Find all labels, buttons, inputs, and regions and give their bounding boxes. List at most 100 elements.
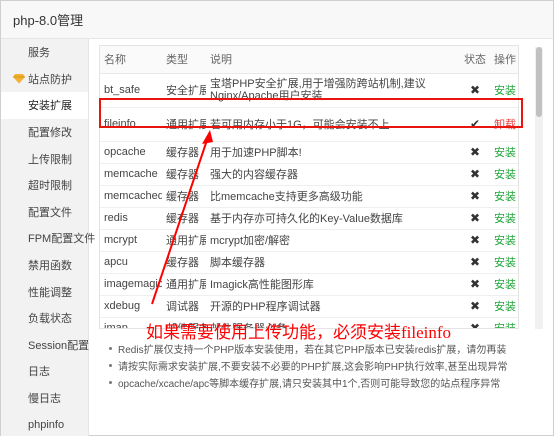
- ext-description: 用于加速PHP脚本!: [206, 141, 460, 164]
- sidebar: 服务 站点防护 安装扩展 配置修改 上传限制 超时限制 配置文件 FPM配置文件…: [1, 39, 95, 436]
- title-bar: php-8.0管理: [1, 1, 553, 39]
- sidebar-item-slow-log[interactable]: 慢日志: [1, 385, 88, 412]
- status-not-installed-icon: ✖: [460, 163, 490, 186]
- list-item: 请按实际需求安装扩展,不要安装不必要的PHP扩展,这会影响PHP执行效率,甚至出…: [109, 357, 549, 374]
- ext-name: imagemagick: [100, 273, 162, 296]
- sidebar-item-label: 配置修改: [28, 127, 72, 140]
- ext-type: 调试器: [162, 295, 206, 318]
- uninstall-link[interactable]: 卸载: [490, 107, 518, 142]
- table-row: apcu 缓存器 脚本缓存器 ✖ 安装: [100, 251, 518, 274]
- sidebar-item-service[interactable]: 服务: [1, 39, 88, 66]
- sidebar-item-label: 安装扩展: [28, 100, 72, 113]
- ext-type: 缓存器: [162, 141, 206, 164]
- scrollbar-thumb[interactable]: [536, 47, 542, 117]
- status-not-installed-icon: ✖: [460, 229, 490, 252]
- sidebar-item-label: 性能调整: [28, 286, 72, 299]
- install-link[interactable]: 安装: [490, 207, 518, 230]
- sidebar-item-label: 上传限制: [28, 153, 72, 166]
- status-not-installed-icon: ✖: [460, 251, 490, 274]
- ext-name: memcache: [100, 163, 162, 186]
- sidebar-item-upload-limit[interactable]: 上传限制: [1, 145, 88, 172]
- header-type: 类型: [162, 46, 206, 74]
- ext-description: Imagick高性能图形库: [206, 273, 460, 296]
- sidebar-item-label: 站点防护: [28, 73, 72, 86]
- table-row: bt_safe 安全扩展 宝塔PHP安全扩展,用于增强防跨站机制,建议Nginx…: [100, 73, 518, 108]
- status-not-installed-icon: ✖: [460, 73, 490, 108]
- header-operation: 操作: [490, 46, 518, 74]
- install-link[interactable]: 安装: [490, 141, 518, 164]
- diamond-icon: [13, 73, 25, 85]
- sidebar-item-label: Session配置: [28, 339, 90, 352]
- notes-list: Redis扩展仅支持一个PHP版本安装使用，若在其它PHP版本已安装redis扩…: [109, 340, 549, 391]
- ext-name: memcached: [100, 185, 162, 208]
- sidebar-item-fpm-config[interactable]: FPM配置文件: [1, 225, 95, 252]
- ext-name: apcu: [100, 251, 162, 274]
- ext-name: mcrypt: [100, 229, 162, 252]
- ext-name: redis: [100, 207, 162, 230]
- status-not-installed-icon: ✖: [460, 207, 490, 230]
- sidebar-item-phpinfo[interactable]: phpinfo: [1, 411, 88, 436]
- list-item: opcache/xcache/apc等脚本缓存扩展,请只安装其中1个,否则可能导…: [109, 374, 549, 391]
- ext-name: fileinfo: [100, 107, 162, 142]
- ext-description: mcrypt加密/解密: [206, 229, 460, 252]
- ext-type: 通用扩展: [162, 229, 206, 252]
- install-link[interactable]: 安装: [490, 229, 518, 252]
- sidebar-item-label: 超时限制: [28, 180, 72, 193]
- status-not-installed-icon: ✖: [460, 273, 490, 296]
- php-manager-window: php-8.0管理 服务 站点防护 安装扩展 配置修改 上传限制 超时限制 配置…: [0, 0, 554, 436]
- install-link[interactable]: 安装: [490, 317, 518, 328]
- status-not-installed-icon: ✖: [460, 185, 490, 208]
- install-link[interactable]: 安装: [490, 163, 518, 186]
- ext-name: xdebug: [100, 295, 162, 318]
- sidebar-item-load-status[interactable]: 负载状态: [1, 305, 88, 332]
- table-row: mcrypt 通用扩展 mcrypt加密/解密 ✖ 安装: [100, 229, 518, 252]
- table-header-row: 名称 类型 说明 状态 操作: [100, 46, 518, 74]
- install-link[interactable]: 安装: [490, 251, 518, 274]
- ext-name: bt_safe: [100, 73, 162, 108]
- sidebar-item-site-protection[interactable]: 站点防护: [1, 66, 88, 93]
- sidebar-item-label: 慢日志: [28, 393, 61, 406]
- ext-name: opcache: [100, 141, 162, 164]
- status-installed-check-icon: ✔: [460, 107, 490, 142]
- sidebar-item-install-extensions[interactable]: 安装扩展: [1, 92, 88, 119]
- sidebar-item-timeout-limit[interactable]: 超时限制: [1, 172, 88, 199]
- ext-description: 宝塔PHP安全扩展,用于增强防跨站机制,建议Nginx/Apache用户安装: [206, 73, 460, 108]
- ext-type: 通用扩展: [162, 107, 206, 142]
- ext-description: 比memcache支持更多高级功能: [206, 185, 460, 208]
- status-not-installed-icon: ✖: [460, 317, 490, 328]
- sidebar-item-config-modify[interactable]: 配置修改: [1, 119, 88, 146]
- install-link[interactable]: 安装: [490, 185, 518, 208]
- ext-type: 安全扩展: [162, 73, 206, 108]
- status-not-installed-icon: ✖: [460, 141, 490, 164]
- table-row: fileinfo 通用扩展 若可用内存小于1G，可能会安装不上 ✔ 卸载: [100, 107, 518, 142]
- ext-description: 基于内存亦可持久化的Key-Value数据库: [206, 207, 460, 230]
- table-row: redis 缓存器 基于内存亦可持久化的Key-Value数据库 ✖ 安装: [100, 207, 518, 230]
- window-title: php-8.0管理: [13, 13, 84, 28]
- install-link[interactable]: 安装: [490, 73, 518, 108]
- sidebar-item-label: 服务: [28, 47, 50, 60]
- ext-type: 通用扩展: [162, 273, 206, 296]
- sidebar-item-disabled-functions[interactable]: 禁用函数: [1, 252, 88, 279]
- header-name: 名称: [100, 46, 162, 74]
- ext-description: 强大的内容缓存器: [206, 163, 460, 186]
- header-description: 说明: [206, 46, 460, 74]
- install-link[interactable]: 安装: [490, 295, 518, 318]
- status-not-installed-icon: ✖: [460, 295, 490, 318]
- sidebar-item-label: phpinfo: [28, 418, 65, 431]
- ext-type: 缓存器: [162, 251, 206, 274]
- ext-description: 开源的PHP程序调试器: [206, 295, 460, 318]
- ext-description: 若可用内存小于1G，可能会安装不上: [206, 107, 460, 142]
- sidebar-item-session-config[interactable]: Session配置: [1, 332, 90, 359]
- table-row: opcache 缓存器 用于加速PHP脚本! ✖ 安装: [100, 141, 518, 164]
- extensions-table-container[interactable]: 名称 类型 说明 状态 操作 bt_safe 安全扩展 宝塔PHP安全扩展,用于…: [99, 45, 519, 329]
- install-link[interactable]: 安装: [490, 273, 518, 296]
- table-row: memcache 缓存器 强大的内容缓存器 ✖ 安装: [100, 163, 518, 186]
- sidebar-item-config-file[interactable]: 配置文件: [1, 199, 88, 226]
- sidebar-item-label: FPM配置文件: [28, 233, 96, 246]
- ext-description: 脚本缓存器: [206, 251, 460, 274]
- list-item: Redis扩展仅支持一个PHP版本安装使用，若在其它PHP版本已安装redis扩…: [109, 340, 549, 357]
- sidebar-item-label: 日志: [28, 366, 50, 379]
- table-scrollbar[interactable]: [535, 47, 543, 329]
- sidebar-item-performance[interactable]: 性能调整: [1, 278, 88, 305]
- sidebar-item-log[interactable]: 日志: [1, 358, 88, 385]
